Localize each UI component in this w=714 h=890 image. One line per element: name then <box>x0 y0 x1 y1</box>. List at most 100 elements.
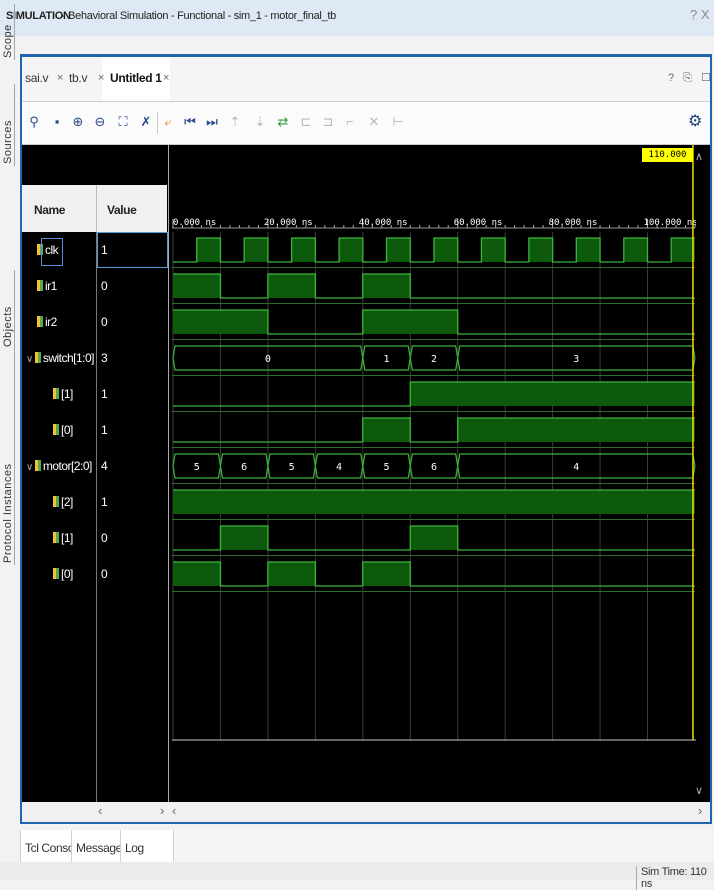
wave-high-fill <box>173 274 221 298</box>
delete-icon[interactable]: ✕ <box>366 113 382 131</box>
signal-name-row[interactable]: [1] <box>53 387 73 401</box>
side-tab-objects[interactable]: Objects <box>2 270 15 349</box>
add-marker-icon[interactable]: ⇡ <box>227 113 243 131</box>
signal-value: 1 <box>101 423 108 437</box>
signal-name: ir1 <box>45 279 57 293</box>
wave-high-fill <box>362 310 458 334</box>
window-title-mode: SIMULATION <box>6 10 71 22</box>
zoom-fit-icon[interactable]: ⛶ <box>115 113 131 131</box>
tab-untitled-1[interactable]: Untitled 1 <box>110 71 162 85</box>
signal-value: 1 <box>101 387 108 401</box>
name-header-label: Name <box>34 203 66 217</box>
signal-value: 1 <box>101 495 108 509</box>
wave-high-fill <box>267 562 316 586</box>
next-transition-icon[interactable]: ⊐ <box>320 113 336 131</box>
signal-name: [1] <box>61 387 73 401</box>
horizontal-scrollbar[interactable]: ‹ › ‹ › <box>22 802 710 822</box>
tab-log[interactable]: Log <box>120 830 174 863</box>
wave-high-fill <box>339 238 363 262</box>
toolbar-divider <box>157 112 158 134</box>
time-axis-label: 20.000 ns <box>264 218 313 228</box>
signal-name-row[interactable]: [2] <box>53 495 73 509</box>
wave-high-fill <box>173 310 268 334</box>
title-help-close[interactable]: ? X <box>690 7 710 22</box>
signal-name-row[interactable]: ∨ motor[2:0] <box>26 459 92 473</box>
signal-type-icon <box>53 568 59 579</box>
signal-name-row[interactable]: ∨ switch[1:0] <box>26 351 95 365</box>
wave-high-fill <box>410 382 695 406</box>
window-controls[interactable]: ? ⎘ ☐ <box>668 71 714 85</box>
wave-high-fill <box>220 526 268 550</box>
waveform-canvas[interactable]: 0.000 ns 20.000 ns 40.000 ns 60.000 ns 80.00… <box>172 145 696 805</box>
status-bar <box>0 862 714 880</box>
tab-tb-v[interactable]: tb.v <box>69 71 87 85</box>
bus-value-label: 4 <box>336 462 342 473</box>
side-tab-protocol-instances[interactable]: Protocol Instances <box>2 346 15 565</box>
bus-value-label: 6 <box>241 462 247 473</box>
zoom-in-icon[interactable]: ⊕ <box>70 113 86 131</box>
wave-high-fill <box>671 238 695 262</box>
signal-name: motor[2:0] <box>42 459 93 473</box>
signal-name: [1] <box>61 531 73 545</box>
prev-marker-icon[interactable]: ⇣ <box>252 113 268 131</box>
names-scroll-left-icon[interactable]: ‹ <box>98 803 102 818</box>
wave-scroll-left-icon[interactable]: ‹ <box>172 803 176 818</box>
signal-name-row[interactable]: [0] <box>53 567 73 581</box>
wave-high-fill <box>173 562 221 586</box>
scroll-up-icon[interactable]: ∧ <box>695 150 703 163</box>
names-scroll-right-icon[interactable]: › <box>160 803 164 818</box>
swap-cursor-icon[interactable]: ⇄ <box>275 113 291 131</box>
signal-type-icon <box>53 388 59 399</box>
wave-high-fill <box>410 526 458 550</box>
window-title: - Behavioral Simulation - Functional - s… <box>62 10 336 22</box>
tab-sai-v-close-icon[interactable]: × <box>57 72 63 84</box>
settings-icon[interactable]: ⚙ <box>688 111 702 131</box>
signal-type-icon <box>53 496 59 507</box>
scroll-down-icon[interactable]: ∨ <box>695 784 703 797</box>
wave-high-fill <box>481 238 506 262</box>
zoom-out-icon[interactable]: ⊖ <box>92 113 108 131</box>
tab-untitled-1-close-icon[interactable]: × <box>163 72 169 84</box>
wave-high-fill <box>623 238 648 262</box>
time-axis-label: 100.000 ns <box>644 218 697 228</box>
wave-high-fill <box>576 238 601 262</box>
signal-name: ir2 <box>45 315 57 329</box>
signal-type-icon <box>34 352 41 363</box>
search-icon[interactable]: ⚲ <box>26 113 42 131</box>
waveform-toolbar: ⚲ ▪ ⊕ ⊖ ⛶ ✗ ⤶ ⏮ ⏭ ⇡ ⇣ ⇄ ⊏ ⊐ ⌐ ✕ ⊢ <box>22 102 710 145</box>
signal-value: 0 <box>101 315 108 329</box>
bus-value-label: 4 <box>573 462 579 473</box>
bus-value-label: 1 <box>384 354 390 365</box>
signal-wave-ir1 <box>173 273 695 299</box>
cursor-icon[interactable]: ⤶ <box>160 113 176 131</box>
go-first-icon[interactable]: ⏮ <box>182 113 198 131</box>
side-tab-sources[interactable]: Sources <box>2 84 15 166</box>
column-divider[interactable] <box>96 232 97 802</box>
go-last-icon[interactable]: ⏭ <box>204 113 220 131</box>
signal-name-row[interactable]: [0] <box>53 423 73 437</box>
wave-high-fill <box>291 238 316 262</box>
time-axis-label: 0.000 ns <box>173 218 216 228</box>
time-axis-label: 80.000 ns <box>549 218 598 228</box>
prev-transition-icon[interactable]: ⊏ <box>298 113 314 131</box>
expand-chevron-icon[interactable]: ∨ <box>26 354 33 365</box>
wave-scroll-right-icon[interactable]: › <box>698 803 702 818</box>
signal-value: 0 <box>101 567 108 581</box>
save-icon[interactable]: ▪ <box>49 113 65 131</box>
next-marker-icon[interactable]: ⌐ <box>342 113 358 131</box>
column-divider[interactable] <box>168 145 169 802</box>
wave-high-fill <box>386 238 411 262</box>
signal-value: 0 <box>101 279 108 293</box>
signal-name-row[interactable]: [1] <box>53 531 73 545</box>
signal-name: [0] <box>61 423 73 437</box>
marker-icon[interactable]: ✗ <box>138 113 154 131</box>
signal-name-row[interactable]: ir2 <box>37 315 57 329</box>
expand-chevron-icon[interactable]: ∨ <box>26 462 33 473</box>
side-tab-scope[interactable]: Scope <box>2 4 15 60</box>
signal-type-icon <box>37 280 43 291</box>
tab-tb-v-close-icon[interactable]: × <box>98 72 104 84</box>
wave-high-fill <box>433 238 458 262</box>
snap-icon[interactable]: ⊢ <box>390 113 406 131</box>
signal-name-row[interactable]: ir1 <box>37 279 57 293</box>
tab-sai-v[interactable]: sai.v <box>25 71 48 85</box>
